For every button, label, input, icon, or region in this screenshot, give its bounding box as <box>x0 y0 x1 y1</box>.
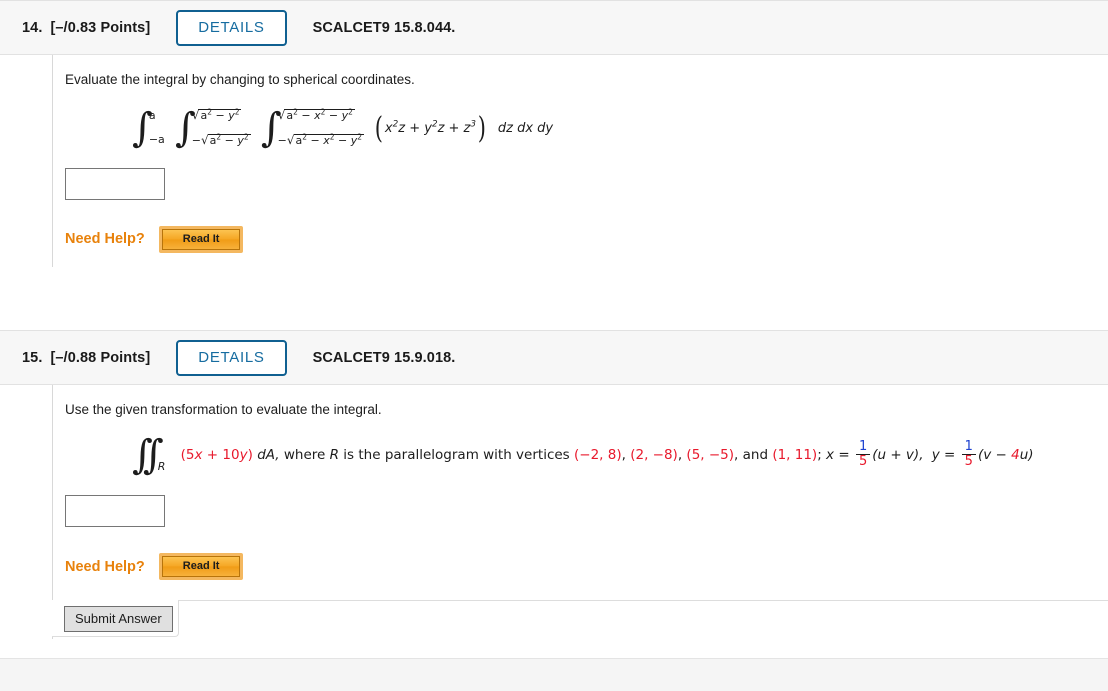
submit-zone <box>52 600 1108 636</box>
y-definition-lhs: y = <box>931 447 956 464</box>
question-block-14: 14. [–/0.83 Points] DETAILS SCALCET9 15.… <box>0 0 1108 267</box>
answer-input-14[interactable] <box>65 167 165 200</box>
vertex-sep-1: , <box>621 447 631 464</box>
x-fraction: 1 5 <box>855 439 871 469</box>
left-paren: ( <box>374 110 384 146</box>
y-fraction: 1 5 <box>961 439 976 469</box>
details-button-14[interactable]: DETAILS <box>176 9 287 46</box>
question-reference-14: SCALCET9 15.8.044. <box>312 19 456 36</box>
x-frac-numerator: 1 <box>858 439 868 454</box>
region-label: R <box>157 459 166 473</box>
vertex-2: (2, −8) <box>630 447 678 464</box>
question-prompt-15: Use the given transformation to evaluate… <box>65 402 382 417</box>
integrand-expression: x2z + y2z + z3 <box>384 119 476 136</box>
region-description: where R is the parallelogram with vertic… <box>283 447 570 464</box>
question-number-14: 14. <box>22 19 43 36</box>
double-integral: ∫∫RR <box>132 435 171 475</box>
need-help-label-15: Need Help? <box>65 558 145 575</box>
read-it-label-15[interactable]: Read It <box>161 556 241 578</box>
read-it-button-14[interactable]: Read It <box>158 225 244 253</box>
need-help-row-15: Need Help? Read It <box>53 527 1108 581</box>
question-number-15: 15. <box>22 349 43 366</box>
integrand-expression-15: (5x + 10y) <box>180 447 253 464</box>
submit-answer-button[interactable]: Submit Answer <box>64 606 173 632</box>
triple-integral-expression: ∫ a −a ∫ √a2 − y2 −√a2 − y2 ∫ √a2 − x2 − y… <box>53 87 1108 148</box>
x-definition-rhs: (u + v), <box>872 447 924 464</box>
differentials: dz dx dy <box>497 120 554 136</box>
vertex-3: (5, −5) <box>686 447 735 464</box>
vertex-sep-3: , and <box>734 447 773 464</box>
double-integral-region: RR <box>158 437 166 473</box>
y-frac-numerator: 1 <box>964 439 973 454</box>
x-definition-lhs: x = <box>826 447 850 464</box>
outer-lower-limit: −a <box>148 132 165 146</box>
answer-row-14 <box>53 148 1108 200</box>
details-button-15[interactable]: DETAILS <box>176 339 287 376</box>
question-points-15: [–/0.88 Points] <box>50 349 151 366</box>
question-points-14: [–/0.83 Points] <box>50 19 151 36</box>
inner-integral-limits: √a2 − x2 − y2 −√a2 − x2 − y2 <box>277 107 365 148</box>
y-frac-denominator: 5 <box>961 453 976 469</box>
question-prompt-14: Evaluate the integral by changing to sph… <box>65 72 415 87</box>
question-header-15: 15. [–/0.88 Points] DETAILS SCALCET9 15.… <box>0 330 1108 385</box>
outer-integral-limits: a −a <box>149 110 165 146</box>
middle-upper-limit: √a2 − y2 <box>191 107 242 122</box>
assignment-page: 14. [–/0.83 Points] DETAILS SCALCET9 15.… <box>0 0 1108 691</box>
vertex-1: (−2, 8) <box>574 447 622 464</box>
middle-integral: ∫ √a2 − y2 −√a2 − y2 <box>175 107 255 148</box>
read-it-label-14[interactable]: Read It <box>161 228 241 250</box>
area-differential: dA, <box>257 447 280 464</box>
answer-row-15 <box>53 473 1108 528</box>
question-header-14: 14. [–/0.83 Points] DETAILS SCALCET9 15.… <box>0 0 1108 55</box>
question-reference-15: SCALCET9 15.9.018. <box>312 349 456 366</box>
double-integral-expression: ∫∫RR (5x + 10y) dA, where R is the paral… <box>53 417 1108 475</box>
right-paren: ) <box>477 110 486 146</box>
read-it-button-15[interactable]: Read It <box>158 553 244 581</box>
vertex-4: (1, 11) <box>772 447 818 464</box>
inner-integral: ∫ √a2 − x2 − y2 −√a2 − x2 − y2 <box>261 107 368 148</box>
middle-lower-limit: −√a2 − y2 <box>191 132 251 147</box>
inner-upper-limit: √a2 − x2 − y2 <box>277 107 355 122</box>
footer-band <box>0 658 1108 691</box>
outer-upper-limit: a <box>148 109 156 123</box>
inner-lower-limit: −√a2 − x2 − y2 <box>277 132 365 147</box>
x-frac-denominator: 5 <box>855 453 871 469</box>
need-help-row-14: Need Help? Read It <box>53 200 1108 253</box>
need-help-label-14: Need Help? <box>65 231 145 248</box>
question-body-14: Evaluate the integral by changing to sph… <box>52 55 1108 267</box>
outer-integral: ∫ a −a <box>132 108 169 148</box>
y-definition-rhs: (v − 4u) <box>977 447 1034 464</box>
answer-input-15[interactable] <box>65 495 165 528</box>
middle-integral-limits: √a2 − y2 −√a2 − y2 <box>191 107 251 148</box>
transform-semicolon: ; <box>817 447 827 464</box>
submit-button-wrap: Submit Answer <box>64 606 173 632</box>
question-block-15: 15. [–/0.88 Points] DETAILS SCALCET9 15.… <box>0 330 1108 639</box>
